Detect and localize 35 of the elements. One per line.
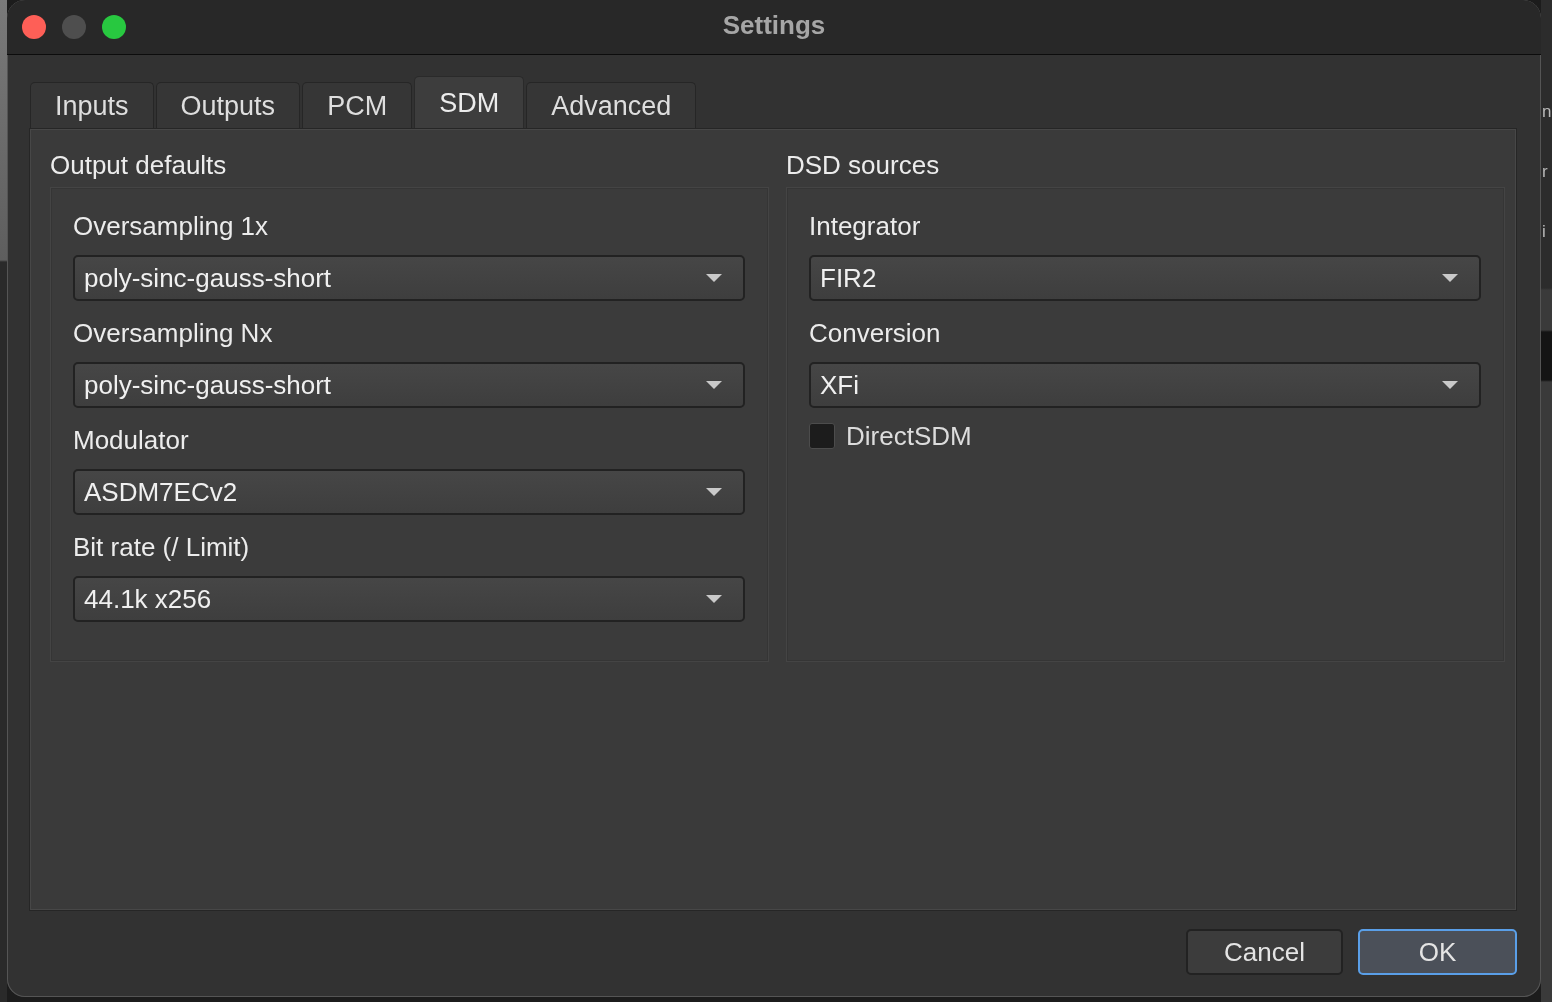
tab[interactable]: SDM — [414, 76, 525, 128]
dropdown[interactable]: ASDM7ECv2 — [73, 469, 745, 515]
background-text: r — [1541, 161, 1548, 183]
dropdown[interactable]: 44.1k x256 — [73, 576, 745, 622]
group-title: Output defaults — [50, 149, 227, 182]
dropdown[interactable]: XFi — [809, 362, 1481, 408]
caret-icon — [706, 488, 722, 496]
caret-icon — [706, 595, 722, 603]
caret-icon — [1442, 381, 1458, 389]
field-label: Conversion — [809, 317, 941, 350]
dropdown[interactable]: poly-sinc-gauss-short — [73, 255, 745, 301]
background-text: i — [1541, 221, 1546, 243]
tab[interactable]: Advanced — [526, 82, 697, 128]
dropdown[interactable]: poly-sinc-gauss-short — [73, 362, 745, 408]
field-label: Integrator — [809, 210, 921, 243]
close-button[interactable] — [22, 15, 46, 39]
background-text: n — [1541, 101, 1552, 123]
caret-icon — [706, 274, 722, 282]
field-label: Oversampling Nx — [73, 317, 273, 350]
group-title: DSD sources — [786, 149, 940, 182]
zoom-button[interactable] — [102, 15, 126, 39]
field-label: Bit rate (/ Limit) — [73, 531, 250, 564]
cancel-button[interactable]: Cancel — [1186, 929, 1343, 975]
window-title: Settings — [722, 9, 826, 42]
tab[interactable]: Inputs — [30, 82, 154, 128]
field-label: Modulator — [73, 424, 189, 457]
caret-icon — [706, 381, 722, 389]
tab[interactable]: Outputs — [155, 82, 301, 128]
field-label: Oversampling 1x — [73, 210, 269, 243]
checkbox-label[interactable]: DirectSDM — [846, 418, 972, 454]
caret-icon — [1442, 274, 1458, 282]
checkbox[interactable] — [809, 423, 835, 449]
dropdown[interactable]: FIR2 — [809, 255, 1481, 301]
ok-button[interactable]: OK — [1358, 929, 1517, 975]
tab[interactable]: PCM — [302, 82, 413, 128]
